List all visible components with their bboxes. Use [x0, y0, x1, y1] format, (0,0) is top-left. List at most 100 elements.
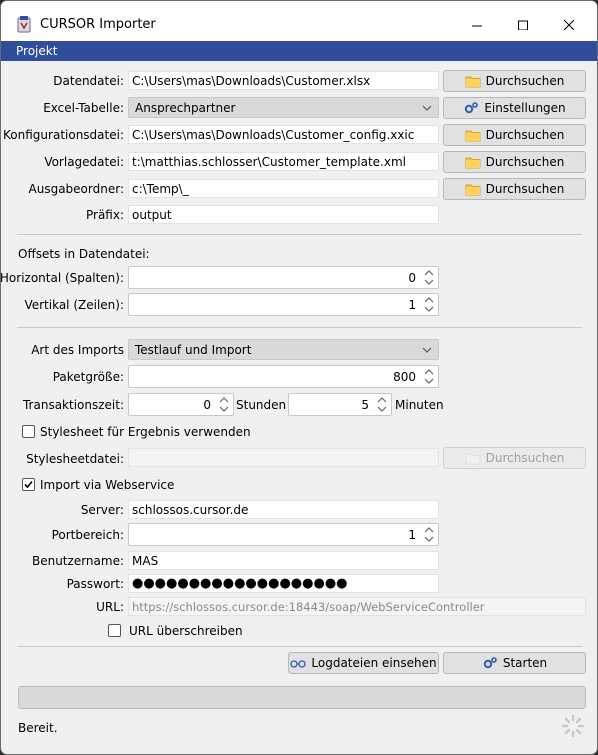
port-label: Portbereich:: [51, 528, 124, 542]
package-size-spinner[interactable]: 800: [128, 365, 439, 388]
minimize-button[interactable]: [454, 9, 500, 39]
separator: [17, 646, 582, 647]
menu-projekt[interactable]: Projekt: [16, 44, 57, 58]
close-icon: [563, 19, 575, 30]
url-label: URL:: [96, 600, 124, 614]
app-logo-icon: [17, 16, 31, 33]
vertical-offset-value: 1: [408, 298, 416, 312]
webservice-checkbox[interactable]: [22, 478, 35, 491]
package-size-label: Paketgröße:: [52, 370, 124, 384]
template-file-label: Vorlagedatei:: [44, 155, 124, 169]
status-text: Bereit.: [18, 721, 58, 735]
output-folder-label: Ausgabeordner:: [28, 182, 124, 196]
prefix-label: Präfix:: [85, 208, 124, 222]
excel-table-value: Ansprechpartner: [135, 101, 236, 115]
stylesheet-checkbox[interactable]: [22, 425, 35, 438]
spinner-arrows-icon[interactable]: [423, 525, 435, 544]
settings-button-label: Einstellungen: [484, 101, 566, 115]
excel-table-label: Excel-Tabelle:: [43, 101, 124, 115]
minimize-icon: [472, 25, 482, 27]
minutes-label: Minuten: [395, 398, 444, 412]
stylesheet-file-field[interactable]: [128, 448, 439, 467]
password-label: Passwort:: [66, 577, 124, 591]
vertical-offset-spinner[interactable]: 1: [128, 293, 439, 316]
hours-value: 0: [203, 398, 211, 412]
template-file-field[interactable]: t:\matthias.schlosser\Customer_template.…: [128, 152, 439, 171]
server-label: Server:: [80, 503, 124, 517]
stylesheet-file-label: Stylesheetdatei:: [26, 452, 124, 466]
config-file-field[interactable]: C:\Users\mas\Downloads\Customer_config.x…: [128, 125, 439, 144]
minutes-spinner[interactable]: 5: [288, 393, 392, 416]
transaction-time-label: Transaktionszeit:: [22, 398, 124, 412]
busy-spinner-icon: [561, 714, 585, 741]
spinner-arrows-icon[interactable]: [218, 395, 230, 414]
maximize-button[interactable]: [500, 9, 546, 39]
start-button[interactable]: Starten: [443, 652, 586, 674]
vertical-offset-label: Vertikal (Zeilen):: [24, 298, 124, 312]
config-file-label: Konfigurationsdatei:: [3, 128, 124, 142]
url-field[interactable]: https://schlossos.cursor.de:18443/soap/W…: [128, 597, 586, 616]
horizontal-offset-spinner[interactable]: 0: [128, 266, 439, 289]
folder-icon: [465, 74, 481, 88]
output-folder-browse-button[interactable]: Durchsuchen: [443, 178, 586, 200]
output-folder-field[interactable]: c:\Temp\_: [128, 179, 439, 198]
view-logs-label: Logdateien einsehen: [311, 656, 437, 670]
override-url-label: URL überschreiben: [129, 624, 243, 638]
override-url-checkbox[interactable]: [108, 624, 121, 637]
hours-label: Stunden: [236, 398, 287, 412]
data-file-label: Datendatei:: [53, 74, 124, 88]
spinner-arrows-icon[interactable]: [376, 395, 388, 414]
port-value: 1: [408, 528, 416, 542]
stylesheet-browse-button[interactable]: Durchsuchen: [443, 447, 586, 469]
import-type-select[interactable]: Testlauf und Import: [128, 339, 439, 360]
config-file-browse-label: Durchsuchen: [485, 128, 565, 142]
package-size-value: 800: [393, 370, 416, 384]
close-button[interactable]: [546, 9, 592, 39]
gears-icon: [463, 101, 479, 115]
username-field[interactable]: MAS: [128, 551, 439, 570]
server-field[interactable]: schlossos.cursor.de: [128, 500, 439, 519]
hours-spinner[interactable]: 0: [128, 393, 234, 416]
menu-bar: Projekt: [1, 41, 597, 61]
glasses-icon: [290, 656, 307, 670]
excel-table-select[interactable]: Ansprechpartner: [128, 97, 439, 118]
folder-icon: [465, 182, 481, 196]
import-type-label: Art des Imports: [31, 343, 124, 357]
username-label: Benutzername:: [31, 554, 124, 568]
offsets-heading: Offsets in Datendatei:: [18, 247, 150, 261]
spinner-arrows-icon[interactable]: [423, 367, 435, 386]
app-window: CURSOR Importer Projekt Datendatei: C:\U…: [0, 0, 598, 755]
stylesheet-checkbox-label: Stylesheet für Ergebnis verwenden: [40, 425, 251, 439]
minutes-value: 5: [361, 398, 369, 412]
start-button-label: Starten: [502, 656, 548, 670]
password-field[interactable]: ●●●●●●●●●●●●●●●●●●●: [128, 574, 439, 593]
horizontal-offset-value: 0: [408, 271, 416, 285]
settings-button[interactable]: Einstellungen: [443, 97, 586, 119]
gears-icon: [482, 656, 498, 670]
data-file-field[interactable]: C:\Users\mas\Downloads\Customer.xlsx: [128, 71, 439, 90]
chevron-down-icon: [422, 344, 432, 354]
maximize-icon: [518, 20, 528, 30]
separator: [17, 234, 582, 235]
stylesheet-browse-label: Durchsuchen: [485, 451, 565, 465]
window-title: CURSOR Importer: [40, 17, 156, 32]
template-file-browse-label: Durchsuchen: [485, 155, 565, 169]
checkmark-icon: [24, 480, 33, 489]
folder-icon: [465, 451, 481, 465]
template-file-browse-button[interactable]: Durchsuchen: [443, 151, 586, 173]
data-file-browse-label: Durchsuchen: [485, 74, 565, 88]
spinner-arrows-icon[interactable]: [423, 295, 435, 314]
horizontal-offset-label: Horizontal (Spalten):: [0, 271, 124, 285]
import-type-value: Testlauf und Import: [135, 343, 252, 357]
prefix-field[interactable]: output: [128, 205, 439, 224]
spinner-arrows-icon[interactable]: [423, 268, 435, 287]
title-bar[interactable]: CURSOR Importer: [1, 1, 597, 41]
data-file-browse-button[interactable]: Durchsuchen: [443, 70, 586, 92]
folder-icon: [465, 128, 481, 142]
folder-icon: [465, 155, 481, 169]
progress-bar: [18, 686, 586, 709]
view-logs-button[interactable]: Logdateien einsehen: [288, 652, 439, 674]
webservice-checkbox-label: Import via Webservice: [40, 478, 175, 492]
config-file-browse-button[interactable]: Durchsuchen: [443, 124, 586, 146]
port-spinner[interactable]: 1: [128, 523, 439, 546]
